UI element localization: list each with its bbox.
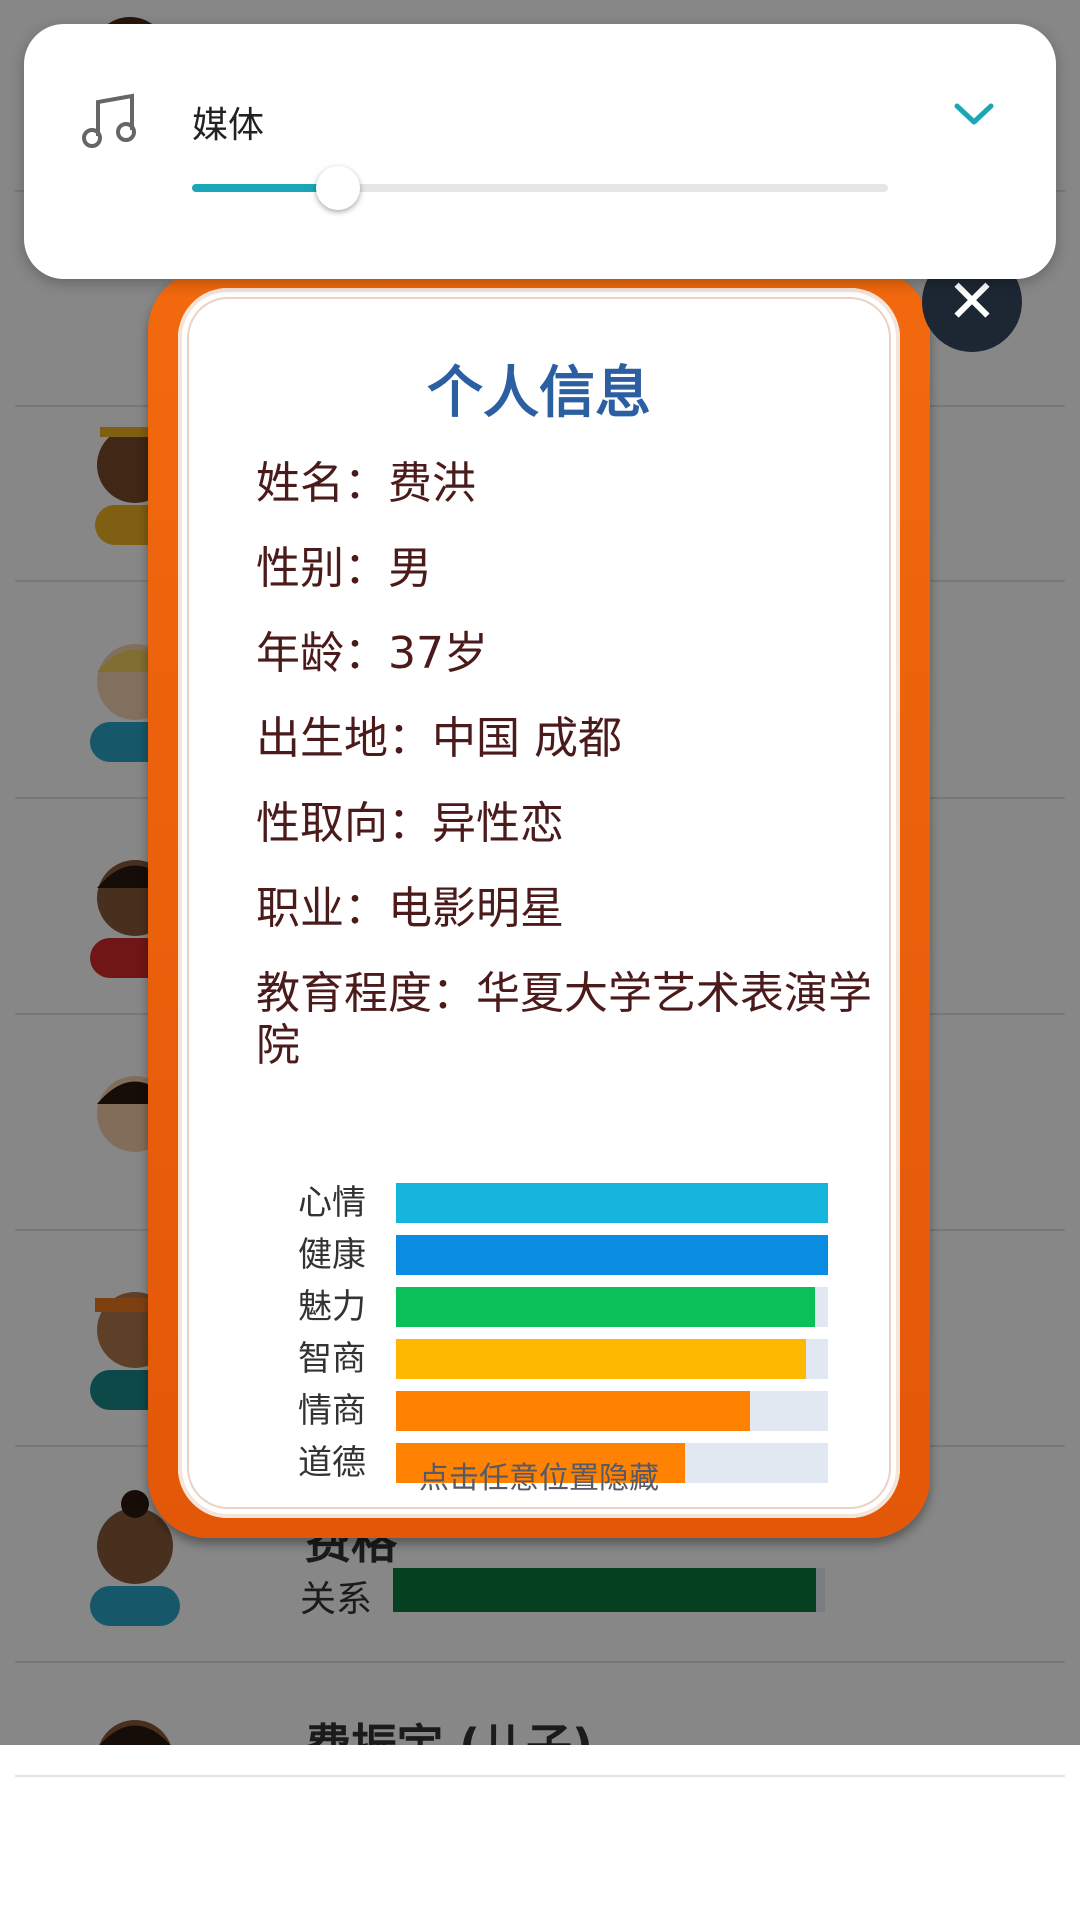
info-education: 教育程度：华夏大学艺术表演学院: [256, 968, 872, 1071]
stat-row: 情商: [178, 1391, 900, 1431]
stat-label: 智商: [298, 1339, 366, 1379]
info-occupation: 职业：电影明星: [256, 883, 564, 934]
stat-label: 心情: [298, 1183, 366, 1223]
stat-label: 情商: [298, 1391, 366, 1431]
volume-panel: 媒体: [24, 24, 1056, 279]
stat-bar-track: [396, 1391, 828, 1431]
close-icon: ✕: [946, 267, 998, 337]
personal-info-card[interactable]: 个人信息 姓名：费洪 性别：男 年龄：37岁 出生地：中国 成都 性取向：异性恋…: [148, 270, 930, 1538]
stat-row: 心情: [178, 1183, 900, 1223]
stat-row: 健康: [178, 1235, 900, 1275]
chevron-down-icon[interactable]: [949, 94, 999, 134]
stat-bar-track: [396, 1183, 828, 1223]
stat-bar-fill: [396, 1339, 807, 1379]
info-gender: 性别：男: [256, 543, 432, 594]
stat-bar-track: [396, 1235, 828, 1275]
stat-bar-track: [396, 1287, 828, 1327]
stat-bar-fill: [396, 1287, 816, 1327]
info-name: 姓名：费洪: [256, 458, 476, 509]
card-title: 个人信息: [427, 361, 651, 426]
info-orientation: 性取向：异性恋: [256, 798, 564, 849]
stat-bar-track: [396, 1339, 828, 1379]
stat-label: 魅力: [298, 1287, 366, 1327]
info-age: 年龄：37岁: [256, 628, 488, 679]
card-body: 个人信息 姓名：费洪 性别：男 年龄：37岁 出生地：中国 成都 性取向：异性恋…: [178, 288, 900, 1518]
volume-slider[interactable]: [192, 184, 888, 192]
stat-bar-fill: [396, 1235, 828, 1275]
media-label: 媒体: [192, 105, 265, 146]
volume-slider-thumb[interactable]: [316, 166, 361, 210]
stat-bar-fill: [396, 1391, 751, 1431]
info-birthplace: 出生地：中国 成都: [256, 713, 622, 764]
hide-hint: 点击任意位置隐藏: [419, 1461, 659, 1496]
stat-row: 智商: [178, 1339, 900, 1379]
music-note-icon: [82, 93, 136, 148]
stat-bar-fill: [396, 1183, 828, 1223]
divider: [15, 1775, 1065, 1777]
stat-row: 魅力: [178, 1287, 900, 1327]
stat-label: 健康: [298, 1235, 366, 1275]
